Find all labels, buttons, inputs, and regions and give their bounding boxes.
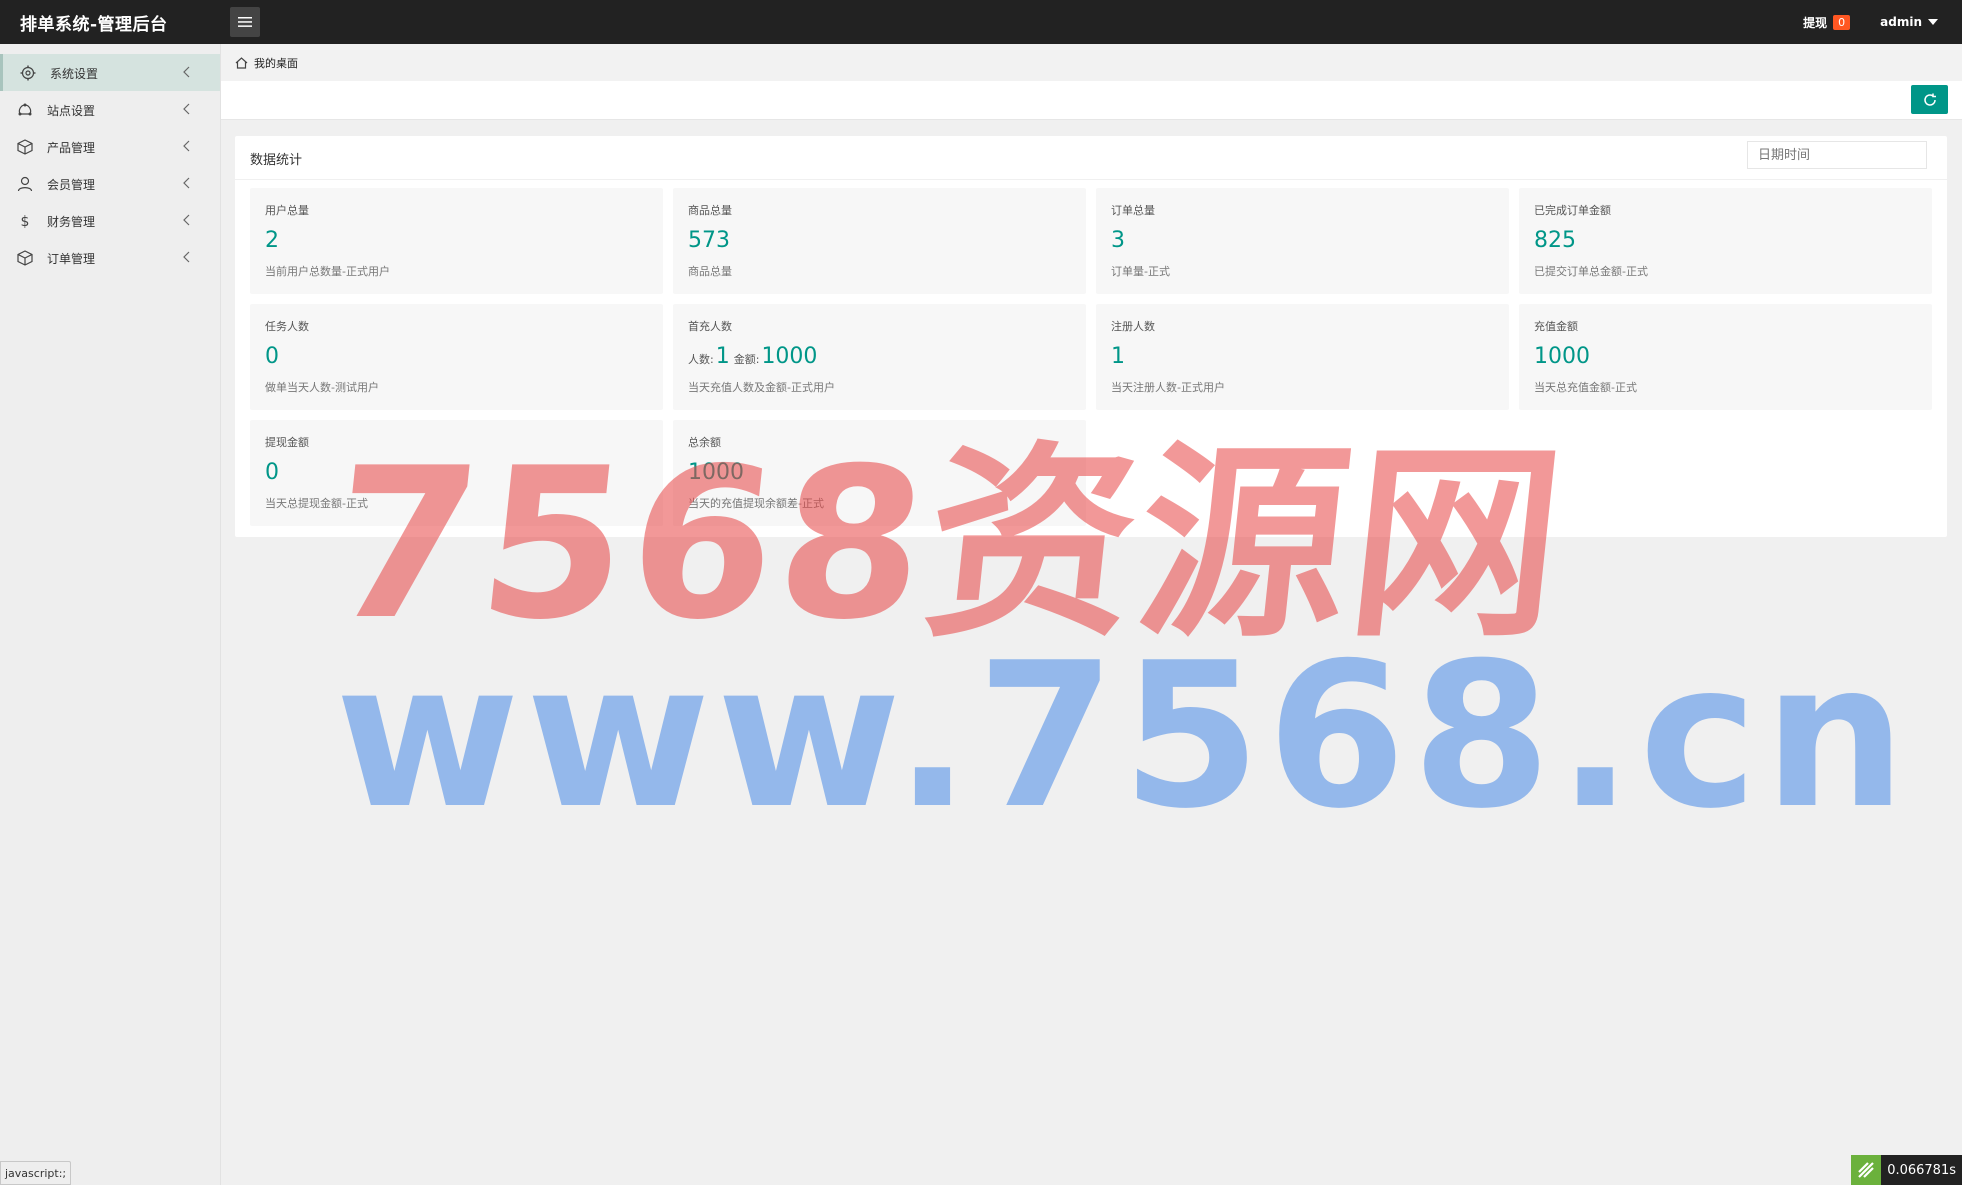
- sidebar-item-label: 会员管理: [47, 178, 96, 192]
- menu-toggle-button[interactable]: [230, 7, 260, 37]
- card-value: 1000: [1534, 344, 1590, 369]
- sidebar-item-label: 站点设置: [47, 104, 96, 118]
- stats-panel: 数据统计 用户总量 2 当前用户总数量-正式用户 商品总量 573 商品总量 订…: [235, 136, 1947, 537]
- withdraw-label: 提现: [1803, 15, 1828, 30]
- stat-card-first-recharge: 首充人数 人数: 1 金额: 1000 当天充值人数及金额-正式用户: [673, 304, 1086, 410]
- main-content: 我的桌面 数据统计 用户总量 2 当前用户总数量-正式用户 商品总量 573 商…: [221, 44, 1962, 1185]
- card-title: 商品总量: [688, 204, 732, 217]
- withdraw-count-badge: 0: [1833, 14, 1851, 30]
- stat-card-registrations: 注册人数 1 当天注册人数-正式用户: [1096, 304, 1509, 410]
- people-value: 1: [715, 344, 730, 369]
- chevron-left-icon: [183, 251, 190, 263]
- svg-text:$: $: [21, 214, 30, 229]
- toolbar: [221, 81, 1962, 120]
- sidebar-item-product-management[interactable]: 产品管理: [0, 128, 220, 165]
- card-value: 1000: [688, 460, 744, 485]
- chevron-left-icon: [183, 214, 190, 226]
- amount-label: 金额:: [733, 353, 760, 366]
- card-value: 573: [688, 228, 730, 253]
- sidebar-item-site-settings[interactable]: 站点设置: [0, 91, 220, 128]
- card-title: 提现金额: [265, 436, 309, 449]
- withdraw-link[interactable]: 提现 0: [1803, 14, 1851, 31]
- stat-card-total-balance: 总余额 1000 当天的充值提现余额差-正式: [673, 420, 1086, 526]
- card-desc: 商品总量: [688, 265, 732, 278]
- card-desc: 当天注册人数-正式用户: [1111, 381, 1225, 394]
- date-time-input[interactable]: [1747, 141, 1927, 169]
- dollar-icon: $: [21, 214, 30, 229]
- sidebar-item-label: 系统设置: [50, 67, 99, 81]
- sidebar: 系统设置 站点设置 产品管理 会员管理 $ 财务管理 订单管理: [0, 44, 221, 1185]
- card-title: 任务人数: [265, 320, 309, 333]
- caret-down-icon: [1928, 19, 1938, 25]
- sitemap-icon: [18, 103, 32, 116]
- breadcrumb: 我的桌面: [221, 44, 1962, 81]
- top-bar: 排单系统-管理后台 提现 0 admin: [0, 0, 1962, 44]
- card-title: 总余额: [688, 436, 721, 449]
- chevron-left-icon: [183, 66, 190, 78]
- chevron-left-icon: [183, 103, 190, 115]
- card-value: 3: [1111, 228, 1125, 253]
- box-icon: [17, 139, 33, 155]
- sidebar-item-member-management[interactable]: 会员管理: [0, 165, 220, 202]
- card-desc: 订单量-正式: [1111, 265, 1170, 278]
- card-desc: 当天总提现金额-正式: [265, 497, 368, 510]
- card-desc: 做单当天人数-测试用户: [265, 381, 379, 394]
- stat-card-withdraw-amount: 提现金额 0 当天总提现金额-正式: [250, 420, 663, 526]
- card-value: 0: [265, 460, 279, 485]
- card-title: 已完成订单金额: [1534, 204, 1611, 217]
- app-title: 排单系统-管理后台: [20, 15, 168, 35]
- card-title: 用户总量: [265, 204, 309, 217]
- chevron-left-icon: [183, 177, 190, 189]
- card-title: 首充人数: [688, 320, 732, 333]
- stat-card-recharge-amount: 充值金额 1000 当天总充值金额-正式: [1519, 304, 1932, 410]
- card-desc: 当天充值人数及金额-正式用户: [688, 381, 835, 394]
- stat-card-completed-amount: 已完成订单金额 825 已提交订单总金额-正式: [1519, 188, 1932, 294]
- card-value: 2: [265, 228, 279, 253]
- sidebar-item-label: 订单管理: [47, 252, 96, 266]
- card-title: 充值金额: [1534, 320, 1578, 333]
- sidebar-item-order-management[interactable]: 订单管理: [0, 239, 220, 276]
- stat-card-total-orders: 订单总量 3 订单量-正式: [1096, 188, 1509, 294]
- breadcrumb-current[interactable]: 我的桌面: [254, 55, 298, 71]
- sidebar-item-label: 财务管理: [47, 215, 96, 229]
- leaf-logo-icon: [1851, 1155, 1882, 1185]
- people-label: 人数:: [688, 353, 714, 366]
- stat-card-total-products: 商品总量 573 商品总量: [673, 188, 1086, 294]
- card-title: 订单总量: [1111, 204, 1155, 217]
- box-icon: [17, 250, 33, 266]
- card-desc: 当天总充值金额-正式: [1534, 381, 1637, 394]
- sidebar-item-finance-management[interactable]: $ 财务管理: [0, 202, 220, 239]
- stats-panel-header: 数据统计: [235, 136, 1947, 180]
- browser-status-bar: javascript:;: [0, 1161, 72, 1185]
- card-value: 1: [1111, 344, 1125, 369]
- chevron-left-icon: [183, 140, 190, 152]
- timer-value: 0.066781s: [1881, 1155, 1962, 1185]
- card-title: 注册人数: [1111, 320, 1155, 333]
- card-desc: 当前用户总数量-正式用户: [265, 265, 390, 278]
- card-value: 0: [265, 344, 279, 369]
- hamburger-icon: [238, 17, 252, 27]
- stat-card-task-people: 任务人数 0 做单当天人数-测试用户: [250, 304, 663, 410]
- gear-icon: [20, 65, 36, 81]
- card-value: 825: [1534, 228, 1576, 253]
- stats-panel-title: 数据统计: [250, 153, 303, 168]
- sidebar-item-system-settings[interactable]: 系统设置: [0, 54, 220, 91]
- card-desc: 当天的充值提现余额差-正式: [688, 497, 824, 510]
- home-icon: [235, 56, 248, 69]
- sidebar-item-label: 产品管理: [47, 141, 96, 155]
- amount-value: 1000: [761, 344, 818, 369]
- card-value-row: 人数: 1 金额: 1000: [688, 344, 821, 369]
- user-menu[interactable]: admin: [1880, 15, 1938, 29]
- user-name: admin: [1880, 15, 1922, 29]
- card-desc: 已提交订单总金额-正式: [1534, 265, 1648, 278]
- stat-card-total-users: 用户总量 2 当前用户总数量-正式用户: [250, 188, 663, 294]
- refresh-button[interactable]: [1911, 85, 1948, 114]
- user-icon: [17, 176, 33, 192]
- page-timer: 0.066781s: [1851, 1155, 1962, 1185]
- refresh-icon: [1923, 93, 1936, 106]
